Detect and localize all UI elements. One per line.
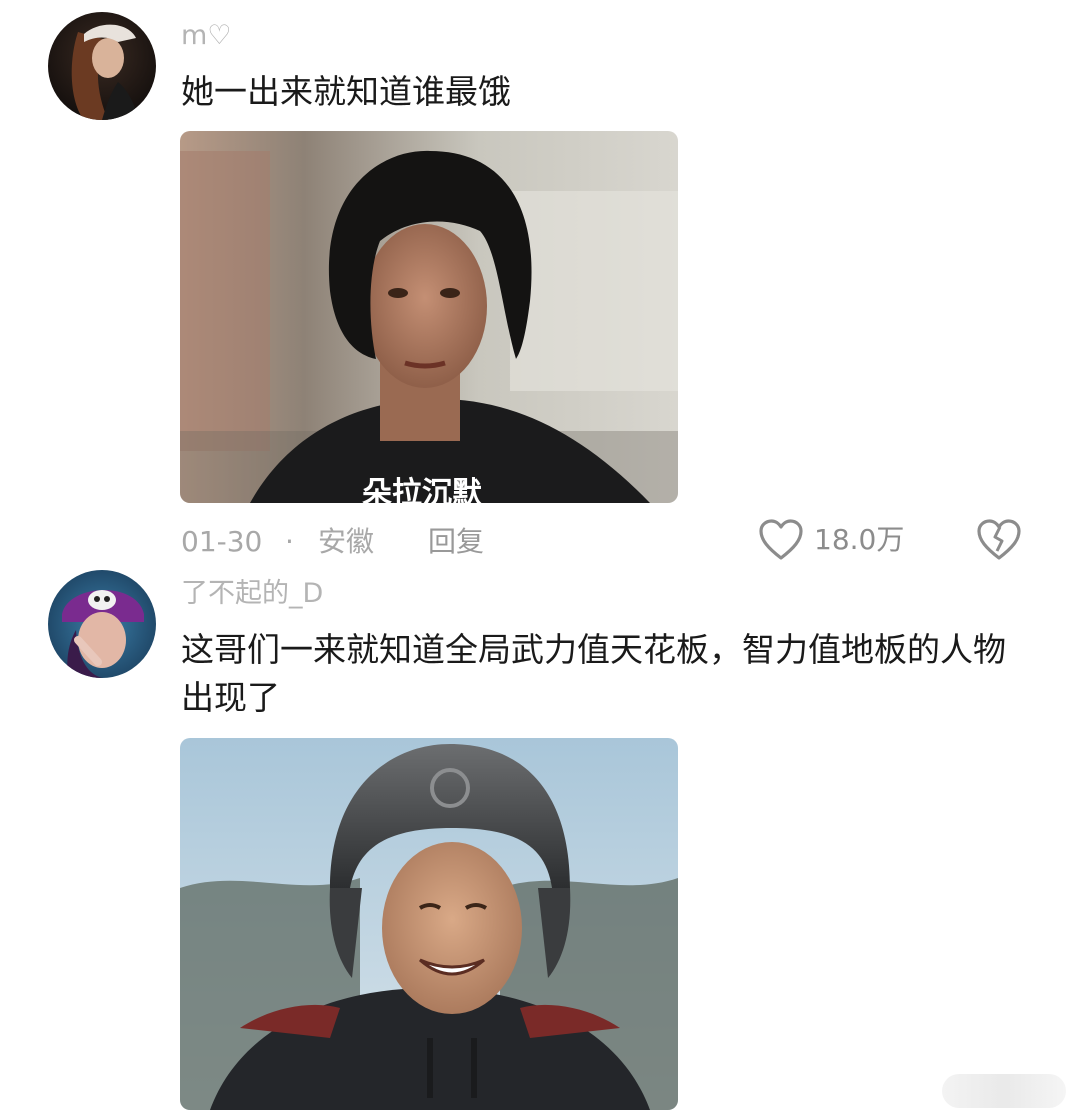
username[interactable]: 了不起的_D [181,580,323,607]
avatar-image [48,12,156,120]
broken-heart-icon[interactable] [976,518,1022,562]
comment-image[interactable]: 朵拉沉默 [180,131,678,503]
meta-separator: · [285,525,294,558]
avatar[interactable] [48,570,156,678]
comment-text: 她一出来就知道谁最饿 [181,72,511,111]
comments-page: m♡ 她一出来就知道谁最饿 朵拉沉默 01-30 · 安徽 回复 18.0万 了… [0,0,1080,1118]
comment-date: 01-30 [181,525,263,558]
username[interactable]: m♡ [181,22,232,49]
reply-button[interactable]: 回复 [428,522,484,562]
image-caption: 朵拉沉默 [362,476,483,503]
movie-still-woman: 朵拉沉默 [180,131,678,503]
comment-image[interactable] [180,738,678,1110]
heart-outline-icon [759,519,803,560]
avatar-image [48,570,156,678]
like-count: 18.0万 [814,523,905,556]
watermark [942,1074,1066,1108]
avatar[interactable] [48,12,156,120]
movie-still-soldier [180,738,678,1110]
comment-location: 安徽 [318,525,375,558]
comment-text: 这哥们一来就知道全局武力值天花板，智力值地板的人物出现了 [181,630,1006,717]
